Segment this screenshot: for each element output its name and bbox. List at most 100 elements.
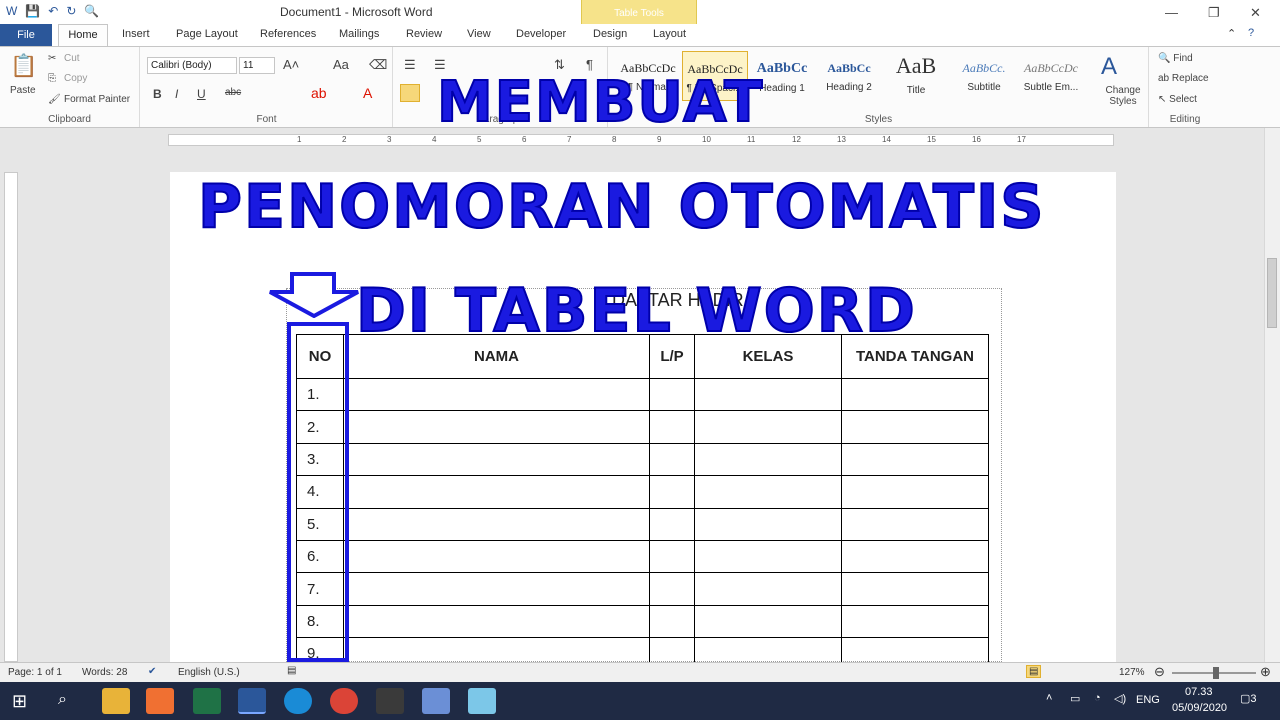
clock-date[interactable]: 05/09/2020 (1172, 702, 1227, 714)
excel-icon[interactable] (193, 688, 221, 714)
word-icon[interactable]: W (6, 4, 17, 18)
table-cell[interactable] (343, 475, 650, 509)
minimize-icon[interactable]: — (1165, 5, 1178, 20)
table-cell[interactable] (694, 442, 842, 477)
zoom-slider-thumb[interactable] (1213, 667, 1219, 679)
restore-icon[interactable]: ❐ (1208, 5, 1220, 21)
battery-icon[interactable]: ▭ (1070, 692, 1080, 705)
tab-view[interactable]: View (467, 28, 491, 40)
tab-page-layout[interactable]: Page Layout (176, 28, 238, 40)
minimize-ribbon-icon[interactable]: ⌃ (1227, 27, 1236, 40)
format-painter-button[interactable]: Format Painter (64, 94, 130, 105)
select-button[interactable]: ↖ Select (1158, 94, 1197, 105)
table-cell[interactable] (343, 572, 650, 606)
macro-icon[interactable]: ▤ (287, 665, 296, 676)
vertical-ruler[interactable] (4, 172, 18, 662)
table-cell[interactable] (649, 377, 695, 412)
table-cell[interactable] (694, 604, 842, 639)
table-cell[interactable] (343, 442, 650, 477)
bold-button[interactable]: B (153, 87, 162, 101)
table-cell[interactable] (841, 475, 989, 509)
input-language[interactable]: ENG (1136, 694, 1160, 706)
table-cell[interactable] (694, 572, 842, 606)
paste-icon[interactable]: 📋 (10, 53, 37, 79)
tab-references[interactable]: References (260, 28, 316, 40)
replace-button[interactable]: ab Replace (1158, 73, 1209, 84)
table-cell[interactable] (694, 539, 842, 574)
tab-mailings[interactable]: Mailings (339, 28, 379, 40)
close-icon[interactable]: ✕ (1250, 5, 1261, 21)
cut-button[interactable]: Cut (64, 53, 80, 64)
language[interactable]: English (U.S.) (178, 667, 240, 678)
table-cell[interactable] (694, 410, 842, 444)
table-cell[interactable] (343, 410, 650, 444)
installer-icon[interactable] (422, 688, 450, 714)
style-title[interactable]: AaB Title (883, 51, 949, 101)
tab-layout[interactable]: Layout (653, 28, 686, 40)
table-cell[interactable] (343, 539, 650, 574)
style-subtitle[interactable]: AaBbCc. Subtitle (951, 51, 1017, 101)
bullets-icon[interactable]: ☰ (404, 57, 416, 73)
table-cell[interactable] (649, 507, 695, 541)
change-styles-button[interactable]: Change Styles (1103, 85, 1143, 107)
media-icon[interactable] (376, 688, 404, 714)
table-cell[interactable] (841, 572, 989, 606)
word-taskbar-icon[interactable] (238, 688, 266, 714)
wifi-icon[interactable]: ◔ (1094, 692, 1101, 704)
save-icon[interactable]: 💾 (25, 4, 40, 18)
tab-insert[interactable]: Insert (122, 28, 150, 40)
format-painter-icon[interactable]: 🖌 (48, 94, 61, 105)
find-button[interactable]: 🔍 Find (1158, 53, 1193, 64)
underline-button[interactable]: U (197, 87, 206, 101)
copy-button[interactable]: Copy (64, 73, 87, 84)
attendance-table[interactable]: NO NAMA L/P KELAS TANDA TANGAN 1. 2. 3. 4. 5… (296, 334, 989, 671)
highlight-icon[interactable]: ab (311, 85, 327, 101)
app-icon[interactable] (146, 688, 174, 714)
copy-icon[interactable]: ⎘ (48, 73, 56, 84)
tab-design[interactable]: Design (593, 28, 627, 40)
print-preview-icon[interactable]: 🔍 (84, 4, 99, 18)
italic-button[interactable]: I (175, 87, 178, 101)
table-cell[interactable] (841, 539, 989, 574)
table-cell[interactable] (841, 442, 989, 477)
table-cell[interactable] (343, 507, 650, 541)
app2-icon[interactable] (468, 688, 496, 714)
table-cell[interactable] (649, 572, 695, 606)
table-cell[interactable] (649, 442, 695, 477)
undo-icon[interactable]: ↶ (48, 4, 58, 18)
proofing-icon[interactable]: ✔ (148, 666, 156, 677)
tab-review[interactable]: Review (406, 28, 442, 40)
clock-time[interactable]: 07.33 (1185, 686, 1213, 698)
file-explorer-icon[interactable] (102, 688, 130, 714)
chrome-icon[interactable] (330, 688, 358, 714)
edge-icon[interactable] (284, 688, 312, 714)
table-cell[interactable] (649, 410, 695, 444)
help-icon[interactable]: ? (1248, 27, 1254, 39)
scrollbar-thumb[interactable] (1267, 258, 1277, 328)
grow-font-icon[interactable]: A˄ (283, 57, 299, 72)
print-layout-icon[interactable]: ▤ (1026, 665, 1042, 678)
paste-button[interactable]: Paste (10, 85, 36, 96)
clear-format-icon[interactable]: ⌫ (369, 57, 387, 73)
tab-developer[interactable]: Developer (516, 28, 566, 40)
table-cell[interactable] (649, 539, 695, 574)
zoom-out-icon[interactable]: ⊖ (1154, 664, 1165, 680)
change-styles-icon[interactable]: A (1101, 53, 1117, 81)
start-icon[interactable]: ⊞ (12, 691, 27, 712)
style-subtle-emphasis[interactable]: AaBbCcDc Subtle Em... (1018, 51, 1084, 101)
table-cell[interactable] (649, 475, 695, 509)
table-cell[interactable] (343, 604, 650, 639)
style-heading-2[interactable]: AaBbCc Heading 2 (816, 51, 882, 101)
table-cell[interactable] (343, 377, 650, 412)
redo-icon[interactable]: ↻ (66, 4, 76, 18)
cut-icon[interactable]: ✂ (48, 53, 56, 64)
table-cell[interactable] (649, 604, 695, 639)
table-cell[interactable] (694, 377, 842, 412)
table-cell[interactable] (841, 604, 989, 639)
volume-icon[interactable]: ◁) (1114, 692, 1126, 705)
align-left-button[interactable] (400, 84, 420, 102)
table-cell[interactable] (694, 475, 842, 509)
search-icon[interactable]: ⌕ (58, 691, 67, 709)
notification-icon[interactable]: ▢3 (1240, 692, 1257, 705)
strikethrough-button[interactable]: abc (225, 87, 241, 98)
